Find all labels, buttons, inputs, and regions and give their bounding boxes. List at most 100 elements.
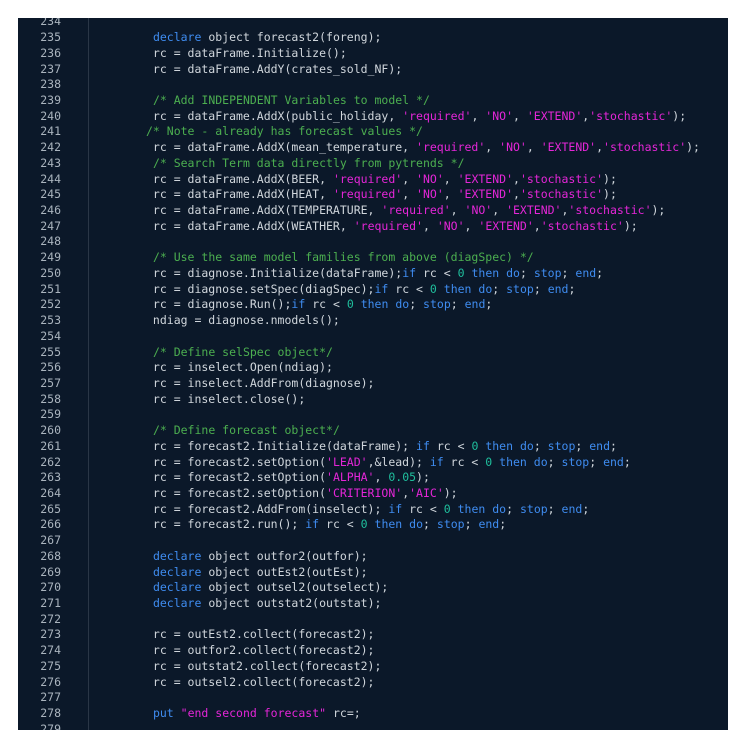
line-code: rc = dataFrame.Initialize(); xyxy=(146,45,347,60)
line-number: 243 xyxy=(40,155,61,170)
code-line[interactable]: 234 xyxy=(18,18,728,30)
code-line[interactable]: 277 xyxy=(18,690,728,706)
line-code: declare object outsel2(outselect); xyxy=(146,580,389,595)
code-line[interactable]: 253 ndiag = diagnose.nmodels(); ndiag = … xyxy=(18,313,728,329)
line-number: 260 xyxy=(40,423,61,438)
code-line[interactable]: 248 xyxy=(18,234,728,250)
line-number: 269 xyxy=(40,564,61,579)
code-line[interactable]: 276 rc = outsel2.collect(forecast2); rc … xyxy=(18,674,728,691)
line-code: rc = diagnose.setSpec(diagSpec);if rc < … xyxy=(146,281,576,296)
line-code: rc = diagnose.Initialize(dataFrame);if r… xyxy=(146,265,603,280)
line-code: rc = outsel2.collect(forecast2); xyxy=(146,674,375,689)
code-line[interactable]: 246 rc = dataFrame.AddX(TEMPERATURE, 're… xyxy=(18,203,728,219)
line-code: rc = outstat2.collect(forecast2); xyxy=(146,658,382,673)
line-number: 277 xyxy=(40,690,61,705)
line-number: 274 xyxy=(40,643,61,658)
line-number: 251 xyxy=(40,281,61,296)
line-number: 238 xyxy=(40,77,61,92)
code-line[interactable]: 268 declare object outfor2(outfor); decl… xyxy=(18,548,728,565)
code-line[interactable]: 250 rc = diagnose.Initialize(dataFrame);… xyxy=(18,265,728,282)
line-number: 273 xyxy=(40,627,61,642)
line-number: 250 xyxy=(40,265,61,280)
code-line[interactable]: 264 rc = forecast2.setOption('CRITERION'… xyxy=(18,485,728,502)
line-code: rc = outfor2.collect(forecast2); xyxy=(146,643,375,658)
code-line[interactable]: 270 declare object outsel2(outselect); d… xyxy=(18,580,728,596)
code-line[interactable]: 265 rc = forecast2.AddFrom(inselect); if… xyxy=(18,501,728,518)
line-code: ndiag = diagnose.nmodels(); xyxy=(146,313,340,328)
code-line[interactable]: 252 rc = diagnose.Run();if rc < 0 then d… xyxy=(18,297,728,314)
code-line[interactable]: 257 rc = inselect.AddFrom(diagnose); rc … xyxy=(18,375,728,392)
line-number: 258 xyxy=(40,391,61,406)
line-code: rc = dataFrame.AddX(WEATHER, 'required',… xyxy=(146,218,638,233)
code-line[interactable]: 272 xyxy=(18,612,728,628)
line-code: rc = forecast2.setOption('CRITERION','AI… xyxy=(146,485,458,500)
code-line[interactable]: 273 rc = outEst2.collect(forecast2); rc … xyxy=(18,627,728,644)
code-line[interactable]: 266 rc = forecast2.run(); if rc < 0 then… xyxy=(18,517,728,534)
line-number: 270 xyxy=(40,580,61,595)
line-number: 247 xyxy=(40,218,61,233)
line-code: rc = forecast2.setOption('LEAD',&lead); … xyxy=(146,454,631,469)
code-line[interactable]: 261 rc = forecast2.Initialize(dataFrame)… xyxy=(18,438,728,455)
code-line[interactable]: 242 rc = dataFrame.AddX(mean_temperature… xyxy=(18,140,728,156)
line-code: rc = forecast2.setOption('ALPHA', 0.05); xyxy=(146,470,430,485)
line-number: 256 xyxy=(40,360,61,375)
line-number: 249 xyxy=(40,250,61,265)
code-line[interactable]: 237 rc = dataFrame.AddY(crates_sold_NF);… xyxy=(18,61,728,78)
code-line[interactable]: 259 xyxy=(18,407,728,423)
code-line[interactable]: 263 rc = forecast2.setOption('ALPHA', 0.… xyxy=(18,470,728,486)
code-line[interactable]: 238 xyxy=(18,77,728,93)
line-number: 241 xyxy=(40,124,61,139)
line-code: rc = forecast2.AddFrom(inselect); if rc … xyxy=(146,501,590,516)
line-number: 263 xyxy=(40,470,61,485)
code-line[interactable]: 235 declare object forecast2(foreng); de… xyxy=(18,30,728,46)
code-line[interactable]: 254 xyxy=(18,329,728,345)
code-line[interactable]: 249 /* Use the same model families from … xyxy=(18,250,728,266)
line-number: 255 xyxy=(40,344,61,359)
code-line[interactable]: 256 rc = inselect.Open(ndiag); rc = inse… xyxy=(18,360,728,376)
line-code: rc = forecast2.Initialize(dataFrame); if… xyxy=(146,438,617,453)
code-line[interactable]: 239 /* Add INDEPENDENT Variables to mode… xyxy=(18,93,728,109)
code-line[interactable]: 275 rc = outstat2.collect(forecast2); rc… xyxy=(18,658,728,675)
line-number: 257 xyxy=(40,375,61,390)
line-number: 254 xyxy=(40,328,61,343)
line-number: 278 xyxy=(40,706,61,721)
code-line[interactable]: 251 rc = diagnose.setSpec(diagSpec);if r… xyxy=(18,281,728,298)
line-code: rc = inselect.close(); xyxy=(146,391,306,406)
code-line[interactable]: 240 rc = dataFrame.AddX(public_holiday, … xyxy=(18,108,728,125)
code-line[interactable]: 278 put "end second forecast" rc=; put "… xyxy=(18,706,728,722)
code-line[interactable]: 279 xyxy=(18,722,728,730)
line-code: /* Add INDEPENDENT Variables to model */ xyxy=(146,93,430,107)
line-number: 248 xyxy=(40,234,61,249)
code-line[interactable]: 241 /* Note - already has forecast values… xyxy=(18,124,728,141)
code-line[interactable]: 245 rc = dataFrame.AddX(HEAT, 'required'… xyxy=(18,187,728,204)
line-code: rc = dataFrame.AddX(HEAT, 'required', 'N… xyxy=(146,187,617,202)
line-code: rc = forecast2.run(); if rc < 0 then do;… xyxy=(146,517,507,532)
code-line[interactable]: 269 declare object outEst2(outEst); decl… xyxy=(18,564,728,581)
code-line[interactable]: 271 declare object outstat2(outstat); de… xyxy=(18,596,728,612)
line-number: 234 xyxy=(40,18,61,29)
code-line[interactable]: 258 rc = inselect.close(); rc = inselect… xyxy=(18,391,728,408)
line-number: 252 xyxy=(40,297,61,312)
code-line[interactable]: 255 /* Define selSpec object*/ /* Define… xyxy=(18,344,728,361)
code-line[interactable]: 274 rc = outfor2.collect(forecast2); rc … xyxy=(18,643,728,659)
line-number: 246 xyxy=(40,203,61,218)
code-line[interactable]: 247 rc = dataFrame.AddX(WEATHER, 'requir… xyxy=(18,218,728,235)
line-code: declare object outEst2(outEst); xyxy=(146,564,368,579)
line-code: rc = inselect.Open(ndiag); xyxy=(146,360,333,375)
line-number: 259 xyxy=(40,407,61,422)
code-line[interactable]: 267 xyxy=(18,533,728,549)
code-line[interactable]: 262 rc = forecast2.setOption('LEAD',&lea… xyxy=(18,454,728,471)
line-number: 265 xyxy=(40,501,61,516)
code-line[interactable]: 260 /* Define forecast object*/ /* Defin… xyxy=(18,423,728,439)
code-line[interactable]: 243 /* Search Term data directly from py… xyxy=(18,155,728,172)
code-line[interactable]: 244 rc = dataFrame.AddX(BEER, 'required'… xyxy=(18,171,728,188)
code-editor[interactable]: 234 235 declare object forecast2(foreng);… xyxy=(18,18,728,730)
line-number: 237 xyxy=(40,61,61,76)
line-code: rc = dataFrame.AddY(crates_sold_NF); xyxy=(146,61,403,76)
line-number: 240 xyxy=(40,108,61,123)
line-number: 279 xyxy=(40,721,61,730)
line-number: 276 xyxy=(40,674,61,689)
line-number: 266 xyxy=(40,517,61,532)
line-code: /* Note - already has forecast values */ xyxy=(146,124,423,139)
code-line[interactable]: 236 rc = dataFrame.Initialize(); rc = da… xyxy=(18,45,728,62)
